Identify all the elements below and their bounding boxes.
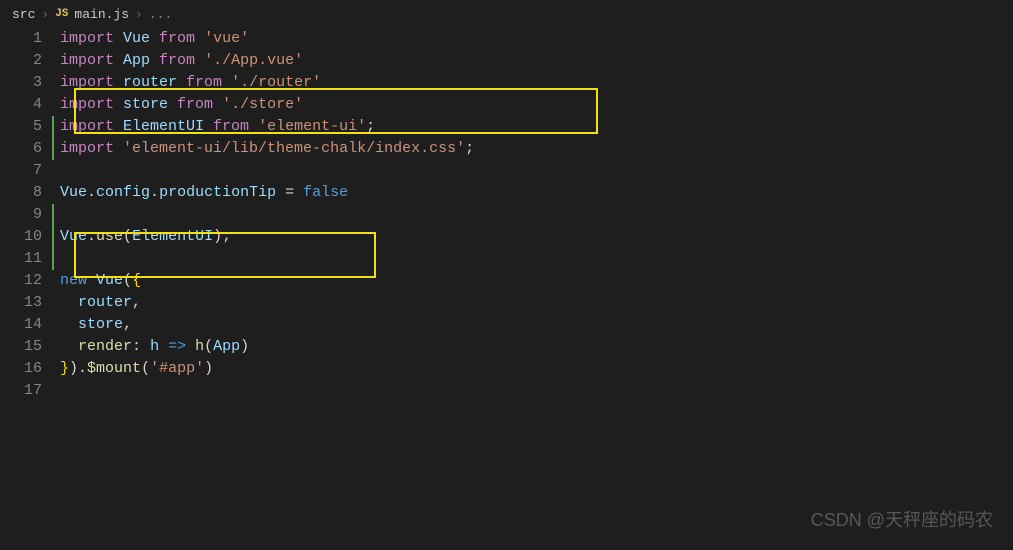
code-line[interactable]: import store from './store' bbox=[60, 94, 1013, 116]
line-number: 12 bbox=[0, 270, 42, 292]
line-number: 16 bbox=[0, 358, 42, 380]
line-number-gutter: 1234567891011121314151617 bbox=[0, 28, 60, 402]
line-number: 7 bbox=[0, 160, 42, 182]
code-line[interactable]: Vue.config.productionTip = false bbox=[60, 182, 1013, 204]
line-number: 9 bbox=[0, 204, 42, 226]
line-number: 13 bbox=[0, 292, 42, 314]
breadcrumb-file[interactable]: main.js bbox=[74, 7, 129, 22]
breadcrumb-ellipsis[interactable]: ... bbox=[149, 7, 172, 22]
code-line[interactable]: Vue.use(ElementUI); bbox=[60, 226, 1013, 248]
line-number: 4 bbox=[0, 94, 42, 116]
breadcrumb[interactable]: src › JS main.js › ... bbox=[0, 0, 1013, 28]
code-line[interactable] bbox=[60, 160, 1013, 182]
chevron-right-icon: › bbox=[135, 7, 143, 22]
git-change-indicator bbox=[52, 248, 54, 270]
code-area[interactable]: import Vue from 'vue'import App from './… bbox=[60, 28, 1013, 402]
line-number: 10 bbox=[0, 226, 42, 248]
line-number: 3 bbox=[0, 72, 42, 94]
git-change-indicator bbox=[52, 138, 54, 160]
line-number: 15 bbox=[0, 336, 42, 358]
line-number: 14 bbox=[0, 314, 42, 336]
code-line[interactable]: new Vue({ bbox=[60, 270, 1013, 292]
line-number: 8 bbox=[0, 182, 42, 204]
code-line[interactable]: }).$mount('#app') bbox=[60, 358, 1013, 380]
code-line[interactable]: import 'element-ui/lib/theme-chalk/index… bbox=[60, 138, 1013, 160]
code-line[interactable]: router, bbox=[60, 292, 1013, 314]
code-line[interactable] bbox=[60, 380, 1013, 402]
chevron-right-icon: › bbox=[41, 7, 49, 22]
git-change-indicator bbox=[52, 226, 54, 248]
code-line[interactable]: import router from './router' bbox=[60, 72, 1013, 94]
line-number: 5 bbox=[0, 116, 42, 138]
watermark: CSDN @天秤座的码农 bbox=[811, 506, 993, 532]
line-number: 1 bbox=[0, 28, 42, 50]
line-number: 17 bbox=[0, 380, 42, 402]
line-number: 6 bbox=[0, 138, 42, 160]
code-line[interactable]: import Vue from 'vue' bbox=[60, 28, 1013, 50]
code-line[interactable]: import App from './App.vue' bbox=[60, 50, 1013, 72]
git-change-indicator bbox=[52, 116, 54, 138]
js-file-icon: JS bbox=[55, 8, 68, 20]
code-line[interactable]: render: h => h(App) bbox=[60, 336, 1013, 358]
code-editor[interactable]: 1234567891011121314151617 import Vue fro… bbox=[0, 28, 1013, 402]
line-number: 11 bbox=[0, 248, 42, 270]
breadcrumb-folder[interactable]: src bbox=[12, 7, 35, 22]
code-line[interactable] bbox=[60, 248, 1013, 270]
git-change-indicator bbox=[52, 204, 54, 226]
code-line[interactable]: store, bbox=[60, 314, 1013, 336]
code-line[interactable]: import ElementUI from 'element-ui'; bbox=[60, 116, 1013, 138]
line-number: 2 bbox=[0, 50, 42, 72]
code-line[interactable] bbox=[60, 204, 1013, 226]
